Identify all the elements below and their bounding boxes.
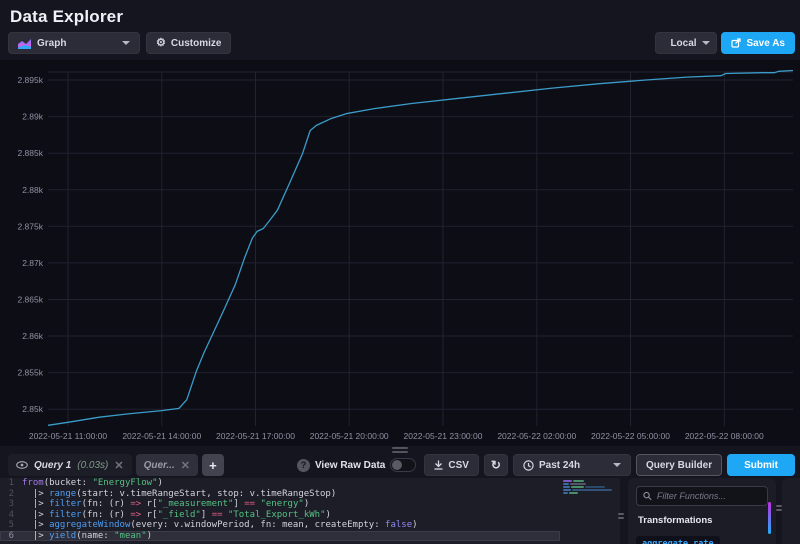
toggle-knob	[392, 460, 402, 470]
svg-text:2.865k: 2.865k	[17, 295, 43, 305]
eye-icon	[16, 461, 28, 469]
clock-icon	[523, 460, 534, 471]
line-number: 1	[0, 478, 22, 489]
save-as-label: Save As	[746, 38, 785, 49]
code-line-2[interactable]: 2 |> range(start: v.timeRangeStart, stop…	[0, 489, 620, 500]
editor-panel-resize-handle[interactable]	[618, 513, 624, 527]
svg-text:2.87k: 2.87k	[22, 258, 44, 268]
query-tab-1[interactable]: Query 1 (0.03s) ✕	[8, 454, 132, 476]
csv-download-button[interactable]: CSV	[424, 454, 479, 476]
line-number: 3	[0, 499, 22, 510]
line-number: 6	[0, 531, 22, 542]
view-raw-data-toggle[interactable]	[390, 458, 416, 472]
svg-text:2.89k: 2.89k	[22, 112, 44, 122]
flux-script-editor[interactable]: 1from(bucket: "EnergyFlow")2 |> range(st…	[0, 478, 620, 544]
query-builder-label: Query Builder	[646, 460, 712, 471]
editor-minimap[interactable]	[563, 480, 615, 496]
function-search-input[interactable]	[657, 491, 761, 501]
timezone-dropdown[interactable]: Local	[655, 32, 717, 54]
function-category-header: Transformations	[638, 515, 768, 526]
chart-grid	[48, 72, 793, 426]
timezone-label: Local	[670, 38, 696, 49]
svg-text:2022-05-21 23:00:00: 2022-05-21 23:00:00	[404, 431, 483, 441]
line-number: 2	[0, 489, 22, 500]
svg-text:2.86k: 2.86k	[22, 331, 44, 341]
code-line-1[interactable]: 1from(bucket: "EnergyFlow")	[0, 478, 620, 489]
svg-text:2.88k: 2.88k	[22, 185, 44, 195]
query-builder-button[interactable]: Query Builder	[636, 454, 722, 476]
code-line-5[interactable]: 5 |> aggregateWindow(every: v.windowPeri…	[0, 520, 620, 531]
right-side-panel	[782, 478, 800, 544]
svg-text:2022-05-22 05:00:00: 2022-05-22 05:00:00	[591, 431, 670, 441]
svg-text:2022-05-21 11:00:00: 2022-05-21 11:00:00	[29, 431, 108, 441]
code-line-4[interactable]: 4 |> filter(fn: (r) => r["_field"] == "T…	[0, 510, 620, 521]
add-query-button[interactable]: +	[202, 454, 224, 476]
chart-axis-labels: 2.85k 2.855k 2.86k 2.865k 2.87k 2.875k 2.88k 2.…	[17, 75, 764, 441]
gear-icon: ⚙	[156, 38, 166, 49]
code-line-3[interactable]: 3 |> filter(fn: (r) => r["_measurement"]…	[0, 499, 620, 510]
line-number: 5	[0, 520, 22, 531]
graph-type-icon	[18, 38, 32, 49]
line-number: 4	[0, 510, 22, 521]
functions-scrollbar[interactable]	[768, 502, 771, 534]
function-search-box[interactable]	[636, 486, 768, 506]
functions-panel: Transformations aggregate.ratechandeMome…	[628, 478, 776, 544]
customize-label: Customize	[171, 38, 222, 49]
line-chart[interactable]: 2.85k 2.855k 2.86k 2.865k 2.87k 2.875k 2.88k 2.…	[0, 60, 800, 446]
svg-text:2022-05-22 02:00:00: 2022-05-22 02:00:00	[497, 431, 576, 441]
svg-text:2022-05-22 08:00:00: 2022-05-22 08:00:00	[685, 431, 764, 441]
view-raw-data-label: View Raw Data	[315, 460, 385, 471]
refresh-button[interactable]: ↻	[484, 454, 508, 476]
svg-text:2022-05-21 14:00:00: 2022-05-21 14:00:00	[122, 431, 201, 441]
view-type-dropdown[interactable]: Graph	[8, 32, 140, 54]
svg-text:2.895k: 2.895k	[17, 75, 43, 85]
code-lines: 1from(bucket: "EnergyFlow")2 |> range(st…	[0, 478, 620, 541]
submit-button[interactable]: Submit	[727, 454, 795, 476]
svg-text:2.875k: 2.875k	[17, 221, 43, 231]
svg-text:2.855k: 2.855k	[17, 368, 43, 378]
chart-panel: 2.85k 2.855k 2.86k 2.865k 2.87k 2.875k 2.88k 2.…	[0, 60, 800, 446]
query-tab-label: Query 1	[34, 460, 71, 471]
svg-text:2022-05-21 20:00:00: 2022-05-21 20:00:00	[310, 431, 389, 441]
chevron-down-icon	[122, 41, 130, 45]
export-icon	[731, 38, 741, 48]
time-range-label: Past 24h	[539, 460, 580, 471]
query-tab-bar: Query 1 (0.03s) ✕ Quer... ✕ + ? View Raw…	[0, 452, 800, 478]
svg-text:2022-05-21 17:00:00: 2022-05-21 17:00:00	[216, 431, 295, 441]
chevron-down-icon	[613, 463, 621, 467]
svg-text:2.85k: 2.85k	[22, 404, 44, 414]
query-tab-label: Quer...	[144, 460, 175, 471]
customize-button[interactable]: ⚙ Customize	[146, 32, 231, 54]
code-line-6[interactable]: 6 |> yield(name: "mean")	[0, 531, 560, 542]
search-icon	[643, 491, 652, 501]
function-item[interactable]: aggregate.rate	[636, 536, 720, 544]
close-icon[interactable]: ✕	[181, 459, 190, 472]
chevron-down-icon	[702, 41, 710, 45]
csv-label: CSV	[448, 460, 469, 471]
toolbar: Graph ⚙ Customize Local Save As	[0, 32, 800, 56]
close-icon[interactable]: ✕	[114, 459, 123, 472]
chart-line-mean	[48, 71, 793, 426]
download-icon	[434, 460, 443, 470]
function-list: aggregate.ratechandeMomentumOscillator	[636, 533, 768, 544]
save-as-button[interactable]: Save As	[721, 32, 795, 54]
query-tab-2[interactable]: Quer... ✕	[136, 454, 198, 476]
help-icon[interactable]: ?	[297, 459, 310, 472]
query-timing: (0.03s)	[77, 460, 108, 471]
time-range-dropdown[interactable]: Past 24h	[513, 454, 631, 476]
view-type-label: Graph	[37, 38, 66, 49]
submit-label: Submit	[744, 460, 778, 471]
page-title: Data Explorer	[10, 7, 123, 27]
refresh-icon: ↻	[491, 459, 501, 471]
svg-text:2.885k: 2.885k	[17, 148, 43, 158]
